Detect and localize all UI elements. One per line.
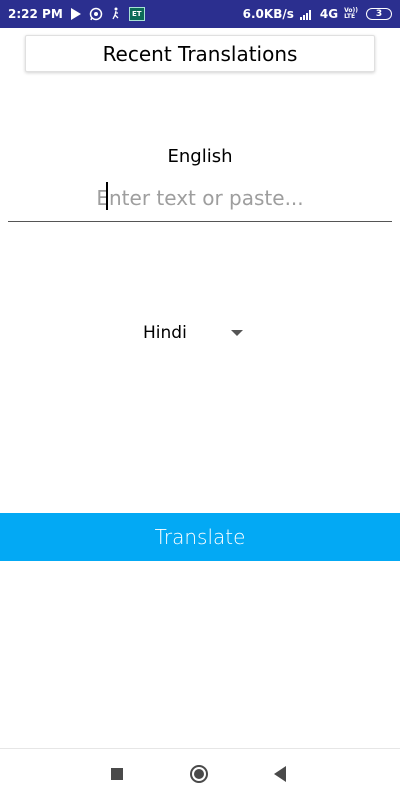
network-type: 4G — [319, 7, 339, 21]
target-language-dropdown[interactable]: Hindi — [143, 318, 253, 348]
home-icon[interactable] — [189, 764, 209, 784]
et-app-icon: ET — [128, 7, 145, 21]
translate-label: Translate — [154, 525, 246, 549]
source-language-label[interactable]: English — [0, 146, 400, 167]
network-speed: 6.0KB/s — [242, 7, 294, 21]
back-icon[interactable] — [272, 765, 288, 783]
recent-apps-icon[interactable] — [110, 767, 124, 781]
dropdown-arrow-icon — [231, 330, 243, 336]
status-time: 2:22 PM — [8, 7, 63, 21]
navigation-bar — [0, 748, 400, 801]
battery-icon: 3 — [366, 8, 392, 20]
target-language-label: Hindi — [143, 323, 187, 343]
volte-bottom: LTE — [344, 13, 356, 20]
recent-translations-button[interactable]: Recent Translations — [25, 35, 375, 72]
battery-level: 3 — [375, 9, 383, 19]
text-cursor — [106, 182, 108, 210]
translation-text-input[interactable] — [8, 178, 392, 218]
status-left: 2:22 PM ET — [8, 7, 145, 21]
signal-icon — [299, 7, 314, 21]
recent-translations-label: Recent Translations — [102, 41, 298, 66]
status-right: 6.0KB/s 4G Vo)) LTE 3 — [243, 7, 392, 21]
play-store-icon — [69, 7, 83, 21]
whatsapp-icon — [89, 7, 103, 21]
volte-indicator: Vo)) LTE — [344, 8, 358, 20]
text-input-container — [8, 178, 392, 222]
running-person-icon — [109, 7, 123, 21]
translate-button[interactable]: Translate — [0, 513, 400, 561]
status-bar: 2:22 PM ET 6.0KB/s 4G Vo)) LTE 3 — [0, 0, 400, 28]
